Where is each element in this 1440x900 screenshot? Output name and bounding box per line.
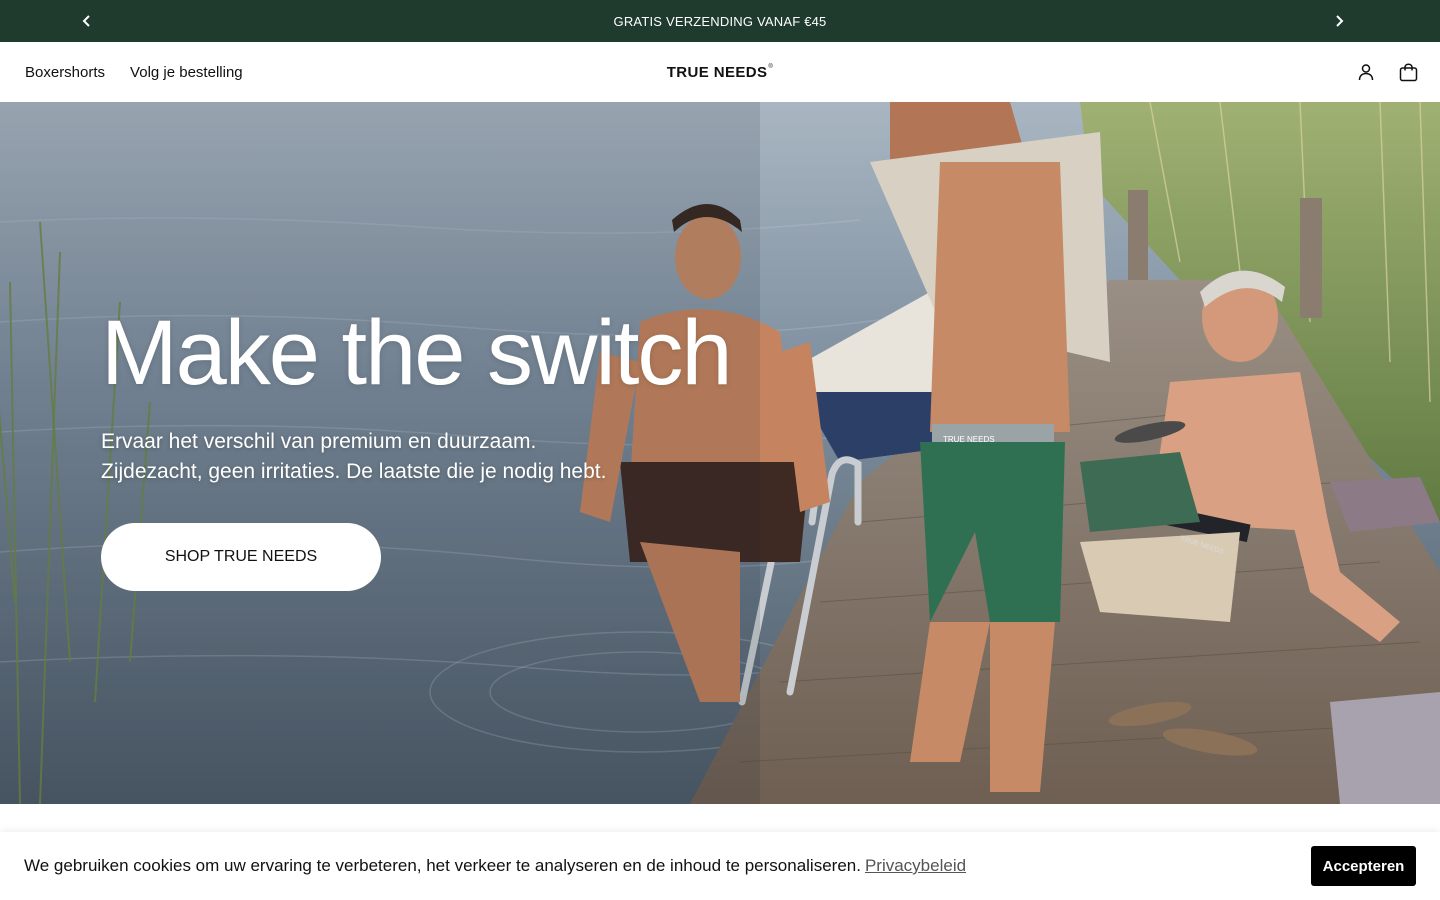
cookie-message-text: We gebruiken cookies om uw ervaring te v… — [24, 856, 861, 875]
announcement-next-button[interactable] — [1324, 0, 1354, 42]
logo-text: TRUE NEEDS — [666, 63, 768, 81]
announcement-prev-button[interactable] — [72, 0, 102, 42]
hero-subtitle-line-2: Zijdezacht, geen irritaties. De laatste … — [101, 460, 607, 483]
logo-registered-mark: ® — [768, 63, 774, 70]
cookie-banner: We gebruiken cookies om uw ervaring te v… — [0, 832, 1440, 900]
announcement-bar: GRATIS VERZENDING VANAF €45 — [0, 0, 1440, 42]
chevron-right-icon — [1336, 15, 1344, 27]
site-header: Boxershorts Volg je bestelling TRUE NEED… — [0, 42, 1440, 102]
hero-section: TRUE NEEDS TRUE NEEDS Make the switch Er… — [0, 102, 1440, 804]
hero-subtitle: Ervaar het verschil van premium en duurz… — [101, 427, 731, 487]
cart-icon — [1399, 62, 1417, 81]
waistband-text-1: TRUE NEEDS — [943, 435, 995, 444]
site-logo[interactable]: TRUE NEEDS® — [667, 64, 774, 81]
account-icon — [1358, 64, 1374, 81]
nav-item-track-order[interactable]: Volg je bestelling — [130, 64, 243, 81]
header-actions — [1356, 42, 1418, 102]
cookie-message: We gebruiken cookies om uw ervaring te v… — [24, 856, 966, 876]
hero-content: Make the switch Ervaar het verschil van … — [101, 302, 733, 487]
hero-subtitle-line-1: Ervaar het verschil van premium en duurz… — [101, 430, 537, 453]
account-button[interactable] — [1356, 62, 1376, 82]
privacy-policy-link[interactable]: Privacybeleid — [865, 856, 966, 875]
cart-button[interactable] — [1398, 62, 1418, 82]
accept-cookies-button[interactable]: Accepteren — [1311, 846, 1416, 886]
main-nav: Boxershorts Volg je bestelling — [25, 42, 243, 102]
chevron-left-icon — [82, 15, 90, 27]
shop-button[interactable]: SHOP TRUE NEEDS — [101, 523, 381, 591]
hero-title: Make the switch — [101, 302, 733, 404]
announcement-text: GRATIS VERZENDING VANAF €45 — [613, 13, 827, 29]
nav-item-boxershorts[interactable]: Boxershorts — [25, 64, 105, 81]
